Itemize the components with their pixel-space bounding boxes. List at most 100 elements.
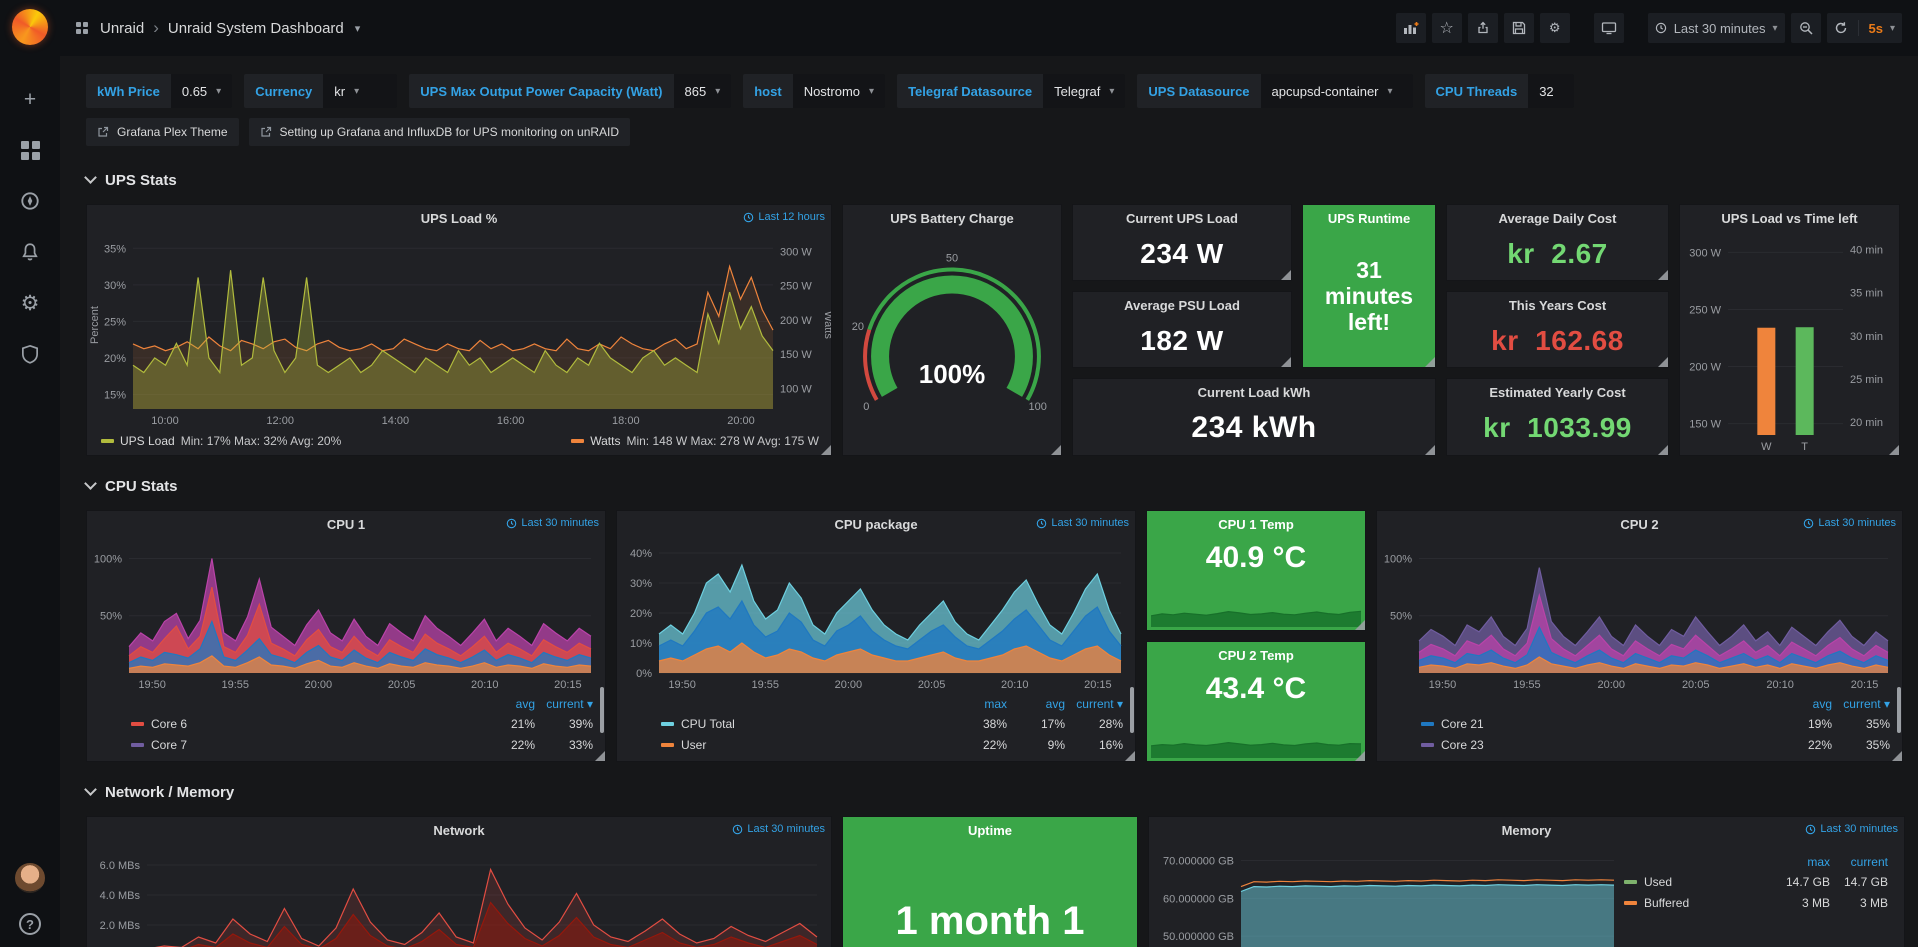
legend-scrollbar[interactable] (1897, 687, 1901, 733)
grafana-logo-icon[interactable] (12, 9, 48, 45)
cpu1-chart[interactable]: 50%100%19:5019:5520:0020:0520:1020:15 (87, 537, 605, 695)
template-variable[interactable]: kWh Price 0.65▾ (86, 74, 232, 108)
legend-swatch (101, 439, 114, 443)
breadcrumb-dashboard-title[interactable]: Unraid System Dashboard (168, 20, 344, 37)
zoom-out-button[interactable] (1791, 13, 1821, 43)
variable-value-dropdown[interactable]: 865▾ (674, 74, 732, 108)
panel-title[interactable]: Current Load kWh (1198, 385, 1311, 400)
chevron-down-icon: ▾ (1109, 86, 1114, 97)
variable-value-dropdown[interactable]: kr▾ (323, 74, 397, 108)
share-dashboard-button[interactable] (1468, 13, 1498, 43)
create-plus-icon[interactable]: + (18, 87, 42, 111)
panel-title[interactable]: This Years Cost (1509, 298, 1606, 313)
template-variable[interactable]: CPU Threads 32 (1425, 74, 1574, 108)
legend-item[interactable]: Watts Min: 148 W Max: 278 W Avg: 175 W (571, 434, 819, 448)
main-area: Unraid › Unraid System Dashboard ▾ ☆ ⚙ L… (60, 0, 1918, 947)
legend-scrollbar[interactable] (600, 687, 604, 733)
dashboard-caret-icon[interactable]: ▾ (355, 22, 361, 35)
dashboards-icon[interactable] (18, 138, 42, 162)
chevron-down-icon: ▾ (869, 86, 874, 97)
legend-row: Core 21 19% 35% (1421, 713, 1890, 734)
panel-title[interactable]: Memory (1502, 823, 1552, 838)
panel-title[interactable]: CPU 1 (327, 517, 365, 532)
user-avatar[interactable] (15, 863, 45, 893)
dashboard-settings-button[interactable]: ⚙ (1540, 13, 1570, 43)
template-variable[interactable]: UPS Max Output Power Capacity (Watt) 865… (409, 74, 731, 108)
panel-title[interactable]: Average Daily Cost (1498, 211, 1616, 226)
panel-title[interactable]: Current UPS Load (1126, 211, 1238, 226)
panel-title[interactable]: UPS Battery Charge (890, 211, 1014, 226)
dashboard-link[interactable]: Grafana Plex Theme (86, 118, 239, 146)
cpu2-chart[interactable]: 50%100%19:5019:5520:0020:0520:1020:15 (1377, 537, 1902, 695)
ups-vs-time-bar-chart[interactable]: 150 W200 W250 W300 W20 min25 min30 min35… (1680, 231, 1899, 455)
panel-title[interactable]: Uptime (968, 823, 1012, 838)
variable-value-dropdown[interactable]: 32 (1528, 74, 1573, 108)
breadcrumb-app[interactable]: Unraid (100, 20, 144, 37)
save-dashboard-button[interactable] (1504, 13, 1534, 43)
section-netmem-header[interactable]: Network / Memory (86, 780, 1905, 804)
configuration-gear-icon[interactable]: ⚙ (18, 291, 42, 315)
panel-title[interactable]: UPS Runtime (1328, 211, 1410, 226)
legend-column-header[interactable]: current (1830, 855, 1888, 869)
template-variable[interactable]: Currency kr▾ (244, 74, 397, 108)
alerting-bell-icon[interactable] (18, 240, 42, 264)
variable-value-dropdown[interactable]: apcupsd-container▾ (1261, 74, 1413, 108)
variable-value-dropdown[interactable]: Telegraf▾ (1043, 74, 1125, 108)
legend-item[interactable]: UPS Load Min: 17% Max: 32% Avg: 20% (101, 434, 341, 448)
legend-column-header[interactable]: avg (1007, 697, 1065, 711)
legend-column-header[interactable]: max (1772, 855, 1830, 869)
server-admin-shield-icon[interactable] (18, 342, 42, 366)
panel-this-years-cost: This Years Cost kr 162.68 (1446, 291, 1669, 368)
sidebar-bottom: ? (15, 863, 45, 935)
ups-load-chart[interactable]: 15%20%25%30%35%100 W150 W200 W250 W300 W… (87, 231, 831, 431)
legend-scrollbar[interactable] (1130, 687, 1134, 733)
panel-title[interactable]: CPU 2 (1620, 517, 1658, 532)
template-variable[interactable]: host Nostromo▾ (743, 74, 885, 108)
panel-title[interactable]: Network (433, 823, 484, 838)
battery-gauge[interactable]: 02050100 100% (843, 231, 1061, 455)
section-cpu-header[interactable]: CPU Stats (86, 474, 1905, 498)
legend-column-header[interactable]: current ▾ (1832, 697, 1890, 711)
dashboard-grid-icon[interactable] (76, 22, 88, 34)
network-chart[interactable]: 2.0 MBs4.0 MBs6.0 MBs19:5019:5520:0020:0… (87, 843, 831, 947)
refresh-button[interactable]: 5s ▾ (1827, 13, 1903, 43)
template-variable[interactable]: UPS Datasource apcupsd-container▾ (1137, 74, 1412, 108)
cycle-view-mode-button[interactable] (1594, 13, 1624, 43)
memory-chart[interactable]: 50.000000 GB60.000000 GB70.000000 GB19:5… (1149, 843, 1624, 947)
legend-column-header[interactable]: max (949, 697, 1007, 711)
panel-title[interactable]: Estimated Yearly Cost (1489, 385, 1625, 400)
legend-column-header[interactable]: avg (1774, 697, 1832, 711)
svg-text:100 W: 100 W (780, 383, 812, 395)
time-range-picker[interactable]: Last 30 minutes ▾ (1648, 13, 1785, 43)
panel-network: Network Last 30 minutes 2.0 MBs4.0 MBs6.… (86, 816, 832, 947)
svg-text:19:55: 19:55 (221, 679, 249, 691)
clock-icon (506, 518, 517, 529)
legend-column-header[interactable]: avg (477, 697, 535, 711)
help-icon[interactable]: ? (19, 913, 41, 935)
cpu-package-chart[interactable]: 0%10%20%30%40%19:5019:5520:0020:0520:102… (617, 537, 1135, 695)
legend-column-header[interactable]: current ▾ (1065, 697, 1123, 711)
svg-text:20:05: 20:05 (388, 679, 416, 691)
explore-compass-icon[interactable] (18, 189, 42, 213)
panel-uptime: Uptime 1 month 1 (842, 816, 1138, 947)
dashboard-link[interactable]: Setting up Grafana and InfluxDB for UPS … (249, 118, 631, 146)
panel-title[interactable]: CPU package (834, 517, 917, 532)
legend-swatch (131, 722, 144, 726)
panel-title[interactable]: UPS Load vs Time left (1721, 211, 1857, 226)
refresh-interval-label[interactable]: 5s (1869, 21, 1883, 36)
cpu2-legend: avgcurrent ▾ Core 21 19% 35% (1377, 695, 1902, 761)
template-variable[interactable]: Telegraf Datasource Telegraf▾ (897, 74, 1125, 108)
panel-title[interactable]: UPS Load % (421, 211, 498, 226)
stat-value: 31 minutes left! (1303, 258, 1435, 335)
section-ups-header[interactable]: UPS Stats (86, 168, 1905, 192)
variable-value-dropdown[interactable]: 0.65▾ (171, 74, 232, 108)
panel-title[interactable]: CPU 2 Temp (1218, 648, 1294, 663)
variable-value-dropdown[interactable]: Nostromo▾ (793, 74, 885, 108)
panel-title[interactable]: Average PSU Load (1124, 298, 1240, 313)
legend-column-header[interactable]: current ▾ (535, 697, 593, 711)
panel-title[interactable]: CPU 1 Temp (1218, 517, 1294, 532)
breadcrumb-separator: › (153, 18, 159, 38)
svg-text:30 min: 30 min (1850, 331, 1883, 343)
star-dashboard-button[interactable]: ☆ (1432, 13, 1462, 43)
add-panel-button[interactable] (1396, 13, 1426, 43)
